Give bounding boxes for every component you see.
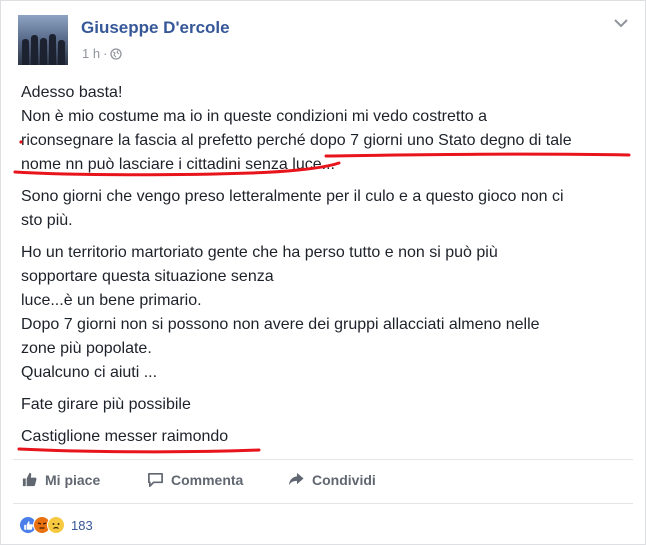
- thumbs-up-icon: [22, 472, 37, 487]
- comment-label: Commenta: [171, 471, 244, 488]
- meta-separator: ·: [103, 46, 108, 61]
- post-paragraph: Fate girare più possibile: [21, 396, 191, 413]
- chevron-down-icon[interactable]: [613, 17, 629, 29]
- post-paragraph: Castiglione messer raimondo: [21, 428, 229, 445]
- post-card: Giuseppe D'ercole 1 h · Adesso basta! No…: [0, 0, 646, 545]
- share-arrow-icon: [288, 472, 304, 486]
- post-time[interactable]: 1 h: [82, 46, 100, 61]
- post-paragraph: Sono giorni che vengo preso letteralment…: [21, 188, 564, 229]
- avatar[interactable]: [18, 15, 68, 65]
- post-paragraph: Ho un territorio martoriato gente che ha…: [21, 244, 540, 381]
- comment-button[interactable]: Commenta: [147, 471, 243, 488]
- divider: [13, 459, 633, 460]
- reactions-summary[interactable]: 183: [19, 516, 93, 534]
- reaction-count[interactable]: 183: [71, 518, 93, 533]
- like-label: Mi piace: [45, 471, 101, 488]
- share-button[interactable]: Condividi: [287, 471, 376, 488]
- post-paragraph: Adesso basta! Non è mio costume ma io in…: [21, 84, 572, 173]
- author-name[interactable]: Giuseppe D'ercole: [81, 18, 230, 38]
- comment-icon: [148, 472, 163, 487]
- globe-icon: [110, 47, 123, 60]
- post-meta: 1 h ·: [82, 46, 123, 61]
- divider: [13, 503, 633, 504]
- post-body: Adesso basta! Non è mio costume ma io in…: [21, 81, 631, 449]
- like-button[interactable]: Mi piace: [21, 471, 100, 488]
- sad-reaction-icon: [47, 516, 65, 534]
- share-label: Condividi: [312, 471, 376, 488]
